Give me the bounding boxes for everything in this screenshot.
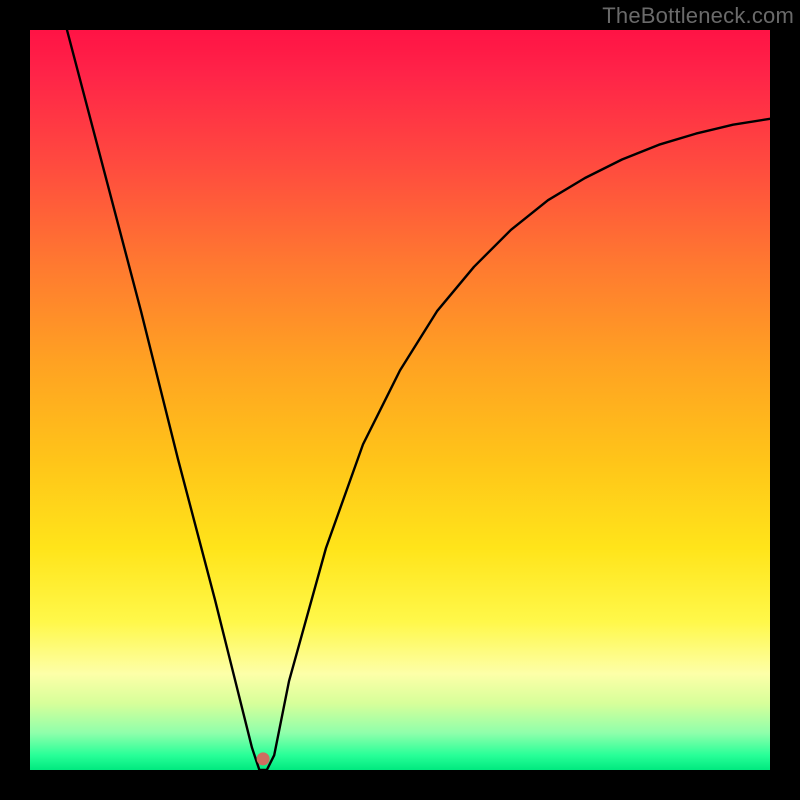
bottleneck-curve-path xyxy=(67,30,770,770)
watermark-text: TheBottleneck.com xyxy=(602,3,794,29)
curve-svg xyxy=(30,30,770,770)
plot-area xyxy=(30,30,770,770)
minimum-marker xyxy=(257,752,270,765)
chart-stage: TheBottleneck.com xyxy=(0,0,800,800)
